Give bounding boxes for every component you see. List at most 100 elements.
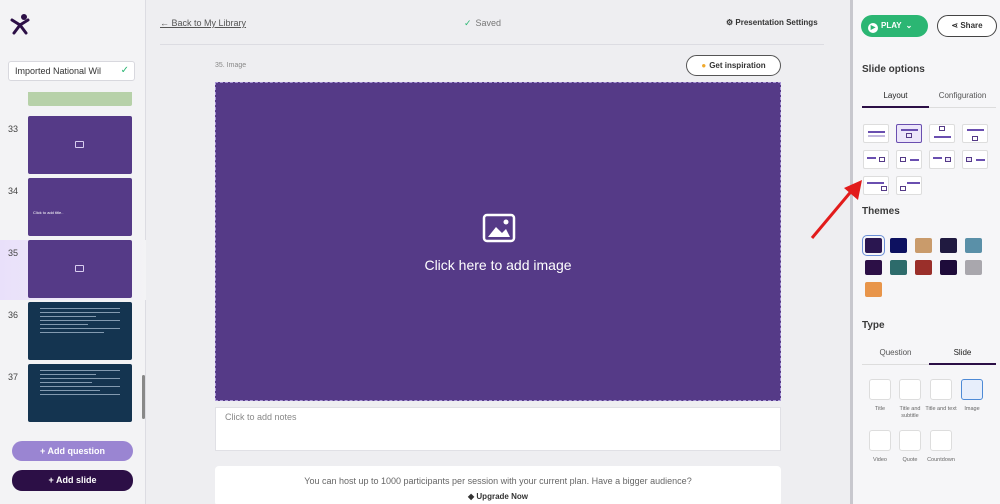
slide-thumb-row[interactable]: 33 — [0, 116, 146, 176]
type-title-subtitle-icon[interactable] — [899, 379, 921, 400]
checkmark-icon: ✓ — [120, 65, 129, 76]
tab-configuration[interactable]: Configuration — [929, 86, 996, 108]
type-title-subtitle-label: Title and subtitle — [899, 406, 921, 419]
options-tabs: Layout Configuration — [862, 86, 996, 108]
layout-option-image[interactable] — [896, 124, 922, 143]
slide-thumbnail[interactable] — [28, 240, 132, 298]
slide-thumbnails: 33 34 Click to add title.. 35 36 37 — [0, 92, 146, 428]
type-quote-icon[interactable] — [899, 430, 921, 451]
theme-swatch[interactable] — [915, 238, 932, 253]
get-inspiration-button[interactable]: ● Get inspiration — [686, 55, 781, 76]
annotation-arrow-icon — [810, 180, 862, 239]
chevron-down-icon[interactable]: ⌄ — [906, 21, 913, 30]
lightbulb-icon: ● — [701, 61, 707, 70]
notes-placeholder: Click to add notes — [225, 412, 297, 422]
theme-swatch[interactable] — [865, 282, 882, 297]
sidebar-scrollbar[interactable] — [142, 375, 145, 419]
thumbnail-title: Click to add title.. — [33, 210, 64, 215]
layout-option-full[interactable] — [863, 124, 889, 143]
slide-thumbnail[interactable]: Click to add title.. — [28, 178, 132, 236]
slide-thumbnail[interactable] — [28, 116, 132, 174]
back-to-library-link[interactable]: ← Back to My Library — [160, 18, 246, 28]
add-image-prompt[interactable]: Click here to add image — [216, 257, 780, 273]
share-button[interactable]: ⋖ Share — [937, 15, 997, 37]
theme-swatch[interactable] — [965, 238, 982, 253]
type-title-text-icon[interactable] — [930, 379, 952, 400]
layout-option-left-text[interactable] — [863, 150, 889, 169]
slide-thumb-row[interactable]: 36 — [0, 302, 146, 362]
presentation-settings-button[interactable]: ⚙ Presentation Settings — [726, 18, 818, 27]
back-label: Back to My Library — [171, 18, 247, 28]
slide-thumb-row[interactable]: 37 — [0, 364, 146, 424]
presentation-name-field[interactable]: Imported National Wil ✓ — [8, 61, 135, 81]
play-icon: ▶ — [868, 23, 878, 33]
theme-swatch[interactable] — [865, 260, 882, 275]
type-title-label: Title — [874, 406, 886, 412]
divider — [160, 44, 824, 45]
slide-number: 35 — [8, 248, 19, 258]
slide-number: 37 — [8, 372, 19, 382]
slide-thumbnail[interactable] — [28, 92, 132, 106]
share-label: Share — [960, 21, 983, 30]
slide-thumb-row[interactable]: 34 Click to add title.. — [0, 178, 146, 238]
text-lines — [40, 308, 120, 336]
slide-number: 33 — [8, 124, 19, 134]
slide-thumbnail[interactable] — [28, 302, 132, 360]
theme-swatch[interactable] — [890, 260, 907, 275]
slide-thumb-row-active[interactable]: 35 — [0, 240, 146, 300]
editor-area: ← Back to My Library ✓ Saved ⚙ Presentati… — [146, 0, 850, 504]
layout-option-bottom-image[interactable] — [962, 124, 988, 143]
type-title-icon[interactable] — [869, 379, 891, 400]
slide-number: 36 — [8, 310, 19, 320]
type-image-label: Image — [964, 406, 980, 412]
slide-canvas[interactable]: Click here to add image — [215, 82, 781, 401]
settings-label: Presentation Settings — [735, 18, 818, 27]
inspiration-label: Get inspiration — [709, 61, 766, 70]
image-icon — [75, 141, 84, 148]
share-icon: ⋖ — [951, 21, 959, 30]
type-video-icon[interactable] — [869, 430, 891, 451]
type-image-icon[interactable] — [961, 379, 983, 400]
play-button[interactable]: ▶ PLAY ⌄ — [861, 15, 928, 37]
add-question-label: Add question — [47, 446, 105, 456]
add-slide-button[interactable]: + Add slide — [12, 470, 133, 491]
theme-swatch[interactable] — [940, 260, 957, 275]
image-icon — [75, 265, 84, 272]
slide-options-panel: ▶ PLAY ⌄ ⋖ Share Slide options Layout Conf… — [850, 0, 1000, 504]
slide-label: 35. Image — [215, 62, 247, 69]
layout-option-split-right[interactable] — [929, 150, 955, 169]
add-question-button[interactable]: + Add question — [12, 441, 133, 461]
arrow-left-icon: ← — [160, 18, 169, 28]
theme-swatch[interactable] — [940, 238, 957, 253]
slide-options-heading: Slide options — [862, 64, 925, 75]
tab-layout[interactable]: Layout — [862, 86, 929, 108]
notes-field[interactable]: Click to add notes — [215, 407, 781, 451]
diamond-icon: ◆ — [468, 492, 475, 501]
play-label: PLAY — [881, 21, 902, 30]
slide-thumbnail[interactable] — [28, 364, 132, 422]
banner-text: You can host up to 1000 participants per… — [304, 476, 692, 486]
theme-swatch[interactable] — [965, 260, 982, 275]
type-quote-label: Quote — [902, 457, 918, 463]
tab-question[interactable]: Question — [862, 343, 929, 365]
type-countdown-icon[interactable] — [930, 430, 952, 451]
tab-slide[interactable]: Slide — [929, 343, 996, 365]
type-heading: Type — [862, 320, 885, 331]
theme-swatch[interactable] — [890, 238, 907, 253]
text-lines — [40, 370, 120, 398]
slide-number: 34 — [8, 186, 19, 196]
layout-option-image-left-text[interactable] — [896, 176, 922, 195]
type-title-text-label: Title and text — [925, 406, 957, 412]
slide-thumb-row[interactable] — [0, 92, 146, 108]
gear-icon: ⚙ — [726, 18, 734, 27]
layout-option-split-left[interactable] — [962, 150, 988, 169]
theme-swatch[interactable] — [915, 260, 932, 275]
image-icon — [482, 213, 516, 243]
type-video-label: Video — [873, 457, 887, 463]
layout-option-top-image[interactable] — [929, 124, 955, 143]
layout-option-left-image[interactable] — [896, 150, 922, 169]
save-status: ✓ Saved — [464, 18, 501, 29]
presentation-name: Imported National Wil — [15, 66, 102, 76]
upgrade-now-link[interactable]: ◆ Upgrade Now — [215, 492, 781, 501]
logo-icon[interactable] — [9, 13, 31, 35]
